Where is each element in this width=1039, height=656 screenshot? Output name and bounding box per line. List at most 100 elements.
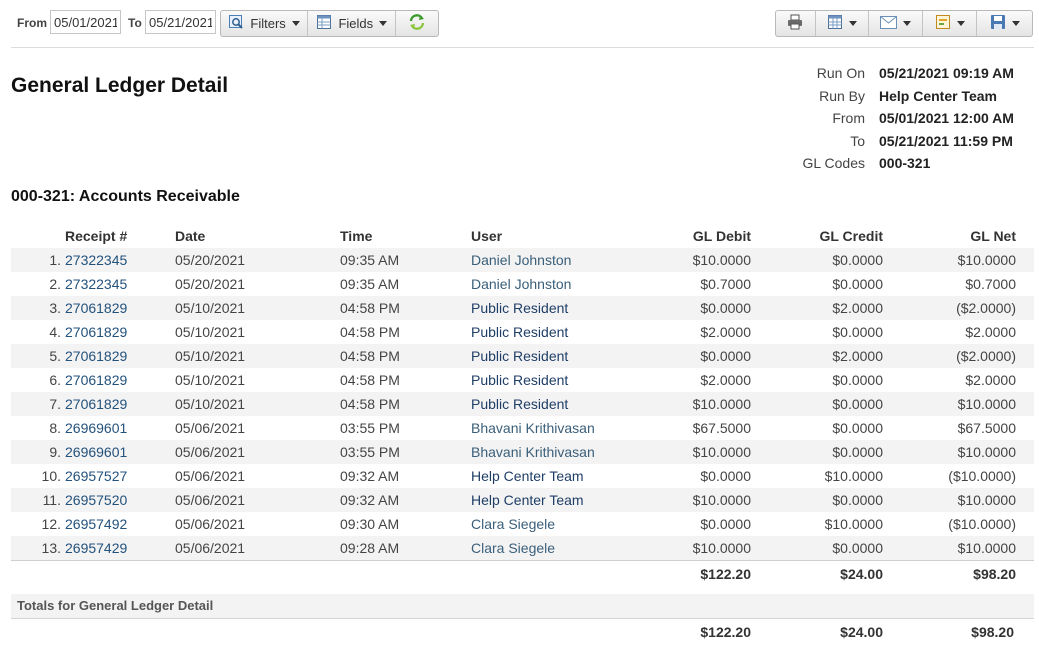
email-icon [880,15,898,32]
meta-label: GL Codes [802,155,865,172]
user-cell: Bhavani Krithivasan [471,420,595,436]
gl-net-cell: $10.0000 [883,536,1016,561]
subtotal-spacer [175,560,340,587]
user-cell: Daniel Johnston [471,248,621,272]
table-row: 8. 26969601 05/06/2021 03:55 PM Bhavani Krit… [11,416,1034,440]
row-spacer [1016,488,1034,512]
column-header-receipt[interactable]: Receipt # [65,224,175,248]
row-spacer [1016,512,1034,536]
report-meta: Run On 05/21/2021 09:19 AM Run By Help C… [780,62,1014,175]
meta-row-gl-codes: GL Codes 000-321 [780,152,1014,175]
subtotal-spacer [1016,560,1034,587]
row-number: 10. [41,468,61,484]
time-cell: 09:30 AM [340,516,400,532]
meta-value: 05/01/2021 12:00 AM [879,110,1014,127]
date-cell: 05/10/2021 [175,296,340,320]
time-cell: 04:58 PM [340,392,471,416]
export-button[interactable] [923,11,978,36]
time-cell: 09:32 AM [340,468,400,484]
row-spacer [1016,368,1034,392]
time-cell: 04:58 PM [340,296,471,320]
gl-net-cell: $0.7000 [965,276,1016,292]
column-header-time[interactable]: Time [340,224,471,248]
receipt-link[interactable]: 26957492 [65,516,127,532]
subtotal-net: $98.20 [883,560,1016,587]
receipt-link[interactable]: 26969601 [65,444,127,460]
user-cell: Public Resident [471,372,569,388]
save-icon [990,14,1006,33]
receipt-link[interactable]: 27322345 [65,252,127,268]
time-cell: 09:32 AM [340,488,471,512]
row-number-header [11,224,65,248]
receipt-link[interactable]: 26957429 [65,540,127,556]
receipt-cell: 27061829 [65,392,175,416]
gl-debit-cell: $0.7000 [700,276,751,292]
gl-debit-cell: $10.0000 [621,536,751,561]
meta-label: From [832,110,865,127]
section-title: 000-321: Accounts Receivable [11,188,240,205]
column-header-gl-debit[interactable]: GL Debit [621,224,751,248]
gl-debit-cell: $2.0000 [700,324,751,340]
user-cell: Help Center Team [471,468,584,484]
gl-net-cell: $67.5000 [957,420,1016,436]
row-number: 1. [11,248,65,272]
table-row: 5. 27061829 05/10/2021 04:58 PM Public Resid… [11,344,1034,368]
receipt-link[interactable]: 26969601 [65,420,127,436]
from-date-input[interactable] [50,10,121,34]
receipt-cell: 26957527 [65,464,175,488]
print-button[interactable] [776,11,816,36]
grid-view-button[interactable] [816,11,870,36]
receipt-link[interactable]: 27061829 [65,300,127,316]
grand-total-credit: $24.00 [840,624,883,640]
gl-credit-cell: $0.0000 [751,248,883,272]
receipt-link[interactable]: 26957520 [65,492,127,508]
date-cell: 05/06/2021 [175,440,340,464]
column-header-date[interactable]: Date [175,224,340,248]
save-button[interactable] [977,11,1032,36]
date-cell: 05/20/2021 [175,276,246,292]
receipt-link[interactable]: 26957527 [65,468,127,484]
receipt-link[interactable]: 27322345 [65,276,127,292]
gl-net-cell: $10.0000 [883,488,1016,512]
chevron-down-icon [848,21,857,26]
receipt-link[interactable]: 27061829 [65,372,127,388]
gl-debit-cell: $2.0000 [700,372,751,388]
time-cell: 04:58 PM [340,344,471,368]
filters-button[interactable]: Filters [221,11,309,36]
table-row: 1. 27322345 05/20/2021 09:35 AM Daniel Johns… [11,248,1034,272]
row-number: 2. [49,276,61,292]
time-cell: 09:35 AM [340,248,471,272]
table-row: 2. 27322345 05/20/2021 09:35 AM Daniel Johns… [11,272,1034,296]
receipt-link[interactable]: 27061829 [65,348,127,364]
fields-button[interactable]: Fields [308,11,397,36]
export-icon [935,14,951,33]
meta-row-to: To 05/21/2021 11:59 PM [780,130,1014,153]
subtotal-spacer [471,560,621,587]
receipt-link[interactable]: 27061829 [65,324,127,340]
to-date-input[interactable] [145,10,216,34]
email-button[interactable] [869,11,923,36]
gl-credit-cell: $0.0000 [751,392,883,416]
refresh-icon [408,13,426,34]
report-toolbar: From To Filters Fields [0,0,1039,47]
user-cell: Public Resident [471,392,621,416]
receipt-link[interactable]: 27061829 [65,396,127,412]
row-number: 6. [49,372,61,388]
date-cell: 05/10/2021 [175,392,340,416]
totals-band: Totals for General Ledger Detail [11,594,1034,619]
gl-net-cell: ($10.0000) [948,516,1016,532]
gl-debit-cell: $10.0000 [621,248,751,272]
row-number: 5. [11,344,65,368]
gl-debit-cell: $10.0000 [621,440,751,464]
column-header-gl-net[interactable]: GL Net [883,224,1016,248]
date-cell: 05/20/2021 [175,248,340,272]
column-header-user[interactable]: User [471,224,621,248]
row-number: 11. [11,488,65,512]
column-header-gl-credit[interactable]: GL Credit [751,224,883,248]
fields-label: Fields [338,16,374,31]
gl-net-cell: $2.0000 [965,324,1016,340]
meta-label: Run On [816,65,865,82]
table-row: 12. 26957492 05/06/2021 09:30 AM Clara Siege… [11,512,1034,536]
row-number: 3. [11,296,65,320]
refresh-button[interactable] [396,11,438,36]
